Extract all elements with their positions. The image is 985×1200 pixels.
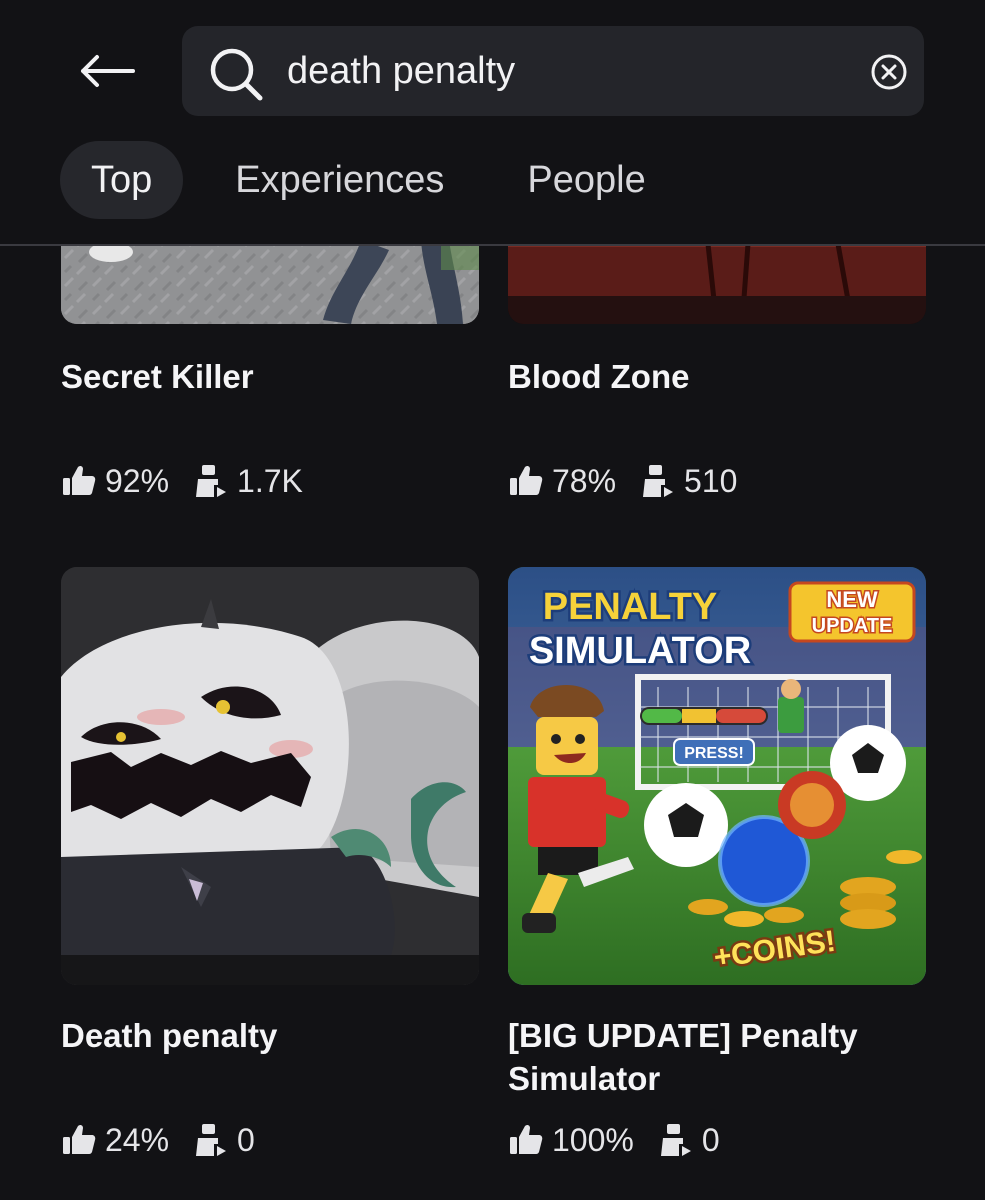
search-icon bbox=[210, 48, 263, 101]
result-title[interactable]: Death penalty bbox=[61, 1014, 479, 1057]
thumbnail-penalty-simulator[interactable]: PRESS! PENALTY SIMULATOR NEW UPDATE +COI… bbox=[508, 567, 926, 985]
result-title[interactable]: Blood Zone bbox=[508, 355, 926, 398]
arrow-left-icon bbox=[81, 55, 135, 87]
players-value: 0 bbox=[701, 1121, 720, 1158]
thumbs-up-icon bbox=[510, 1124, 543, 1154]
result-stats: 100% 0 bbox=[508, 1120, 744, 1160]
result-title[interactable]: [BIG UPDATE] Penalty Simulator bbox=[508, 1014, 926, 1100]
result-stats: 92% 1.7K bbox=[61, 461, 327, 501]
press-label: PRESS! bbox=[684, 745, 744, 762]
thumbnail-death-penalty[interactable] bbox=[61, 567, 479, 985]
search-tabs: Top Experiences People bbox=[60, 141, 698, 219]
players-value: 510 bbox=[684, 462, 738, 499]
players-icon bbox=[196, 465, 227, 497]
logo-line-2: SIMULATOR bbox=[529, 630, 751, 672]
back-button[interactable] bbox=[72, 44, 142, 98]
players-value: 0 bbox=[237, 1121, 255, 1158]
players-icon bbox=[643, 465, 674, 497]
tab-top[interactable]: Top bbox=[60, 141, 184, 219]
badge-line-1: NEW bbox=[826, 587, 878, 612]
players-value: 1.7K bbox=[237, 462, 303, 499]
badge-line-2: UPDATE bbox=[812, 615, 893, 637]
players-icon bbox=[196, 1124, 227, 1156]
thumbs-up-icon bbox=[63, 465, 96, 495]
thumbs-up-icon bbox=[510, 465, 543, 495]
rating-value: 92% bbox=[105, 462, 170, 499]
tab-experiences[interactable]: Experiences bbox=[204, 141, 475, 219]
search-bar[interactable] bbox=[182, 26, 924, 116]
rating-value: 100% bbox=[552, 1121, 634, 1158]
rating-value: 78% bbox=[552, 462, 617, 499]
players-icon bbox=[660, 1124, 691, 1156]
thumbs-up-icon bbox=[63, 1124, 96, 1154]
close-circle-icon[interactable] bbox=[870, 53, 908, 91]
rating-value: 24% bbox=[105, 1121, 170, 1158]
result-stats: 78% 510 bbox=[508, 461, 761, 501]
search-header: Top Experiences People bbox=[0, 0, 985, 246]
result-title[interactable]: Secret Killer bbox=[61, 355, 479, 398]
tab-people[interactable]: People bbox=[496, 141, 676, 219]
logo-line-1: PENALTY bbox=[543, 586, 718, 628]
search-input[interactable] bbox=[287, 44, 847, 98]
result-stats: 24% 0 bbox=[61, 1120, 279, 1160]
